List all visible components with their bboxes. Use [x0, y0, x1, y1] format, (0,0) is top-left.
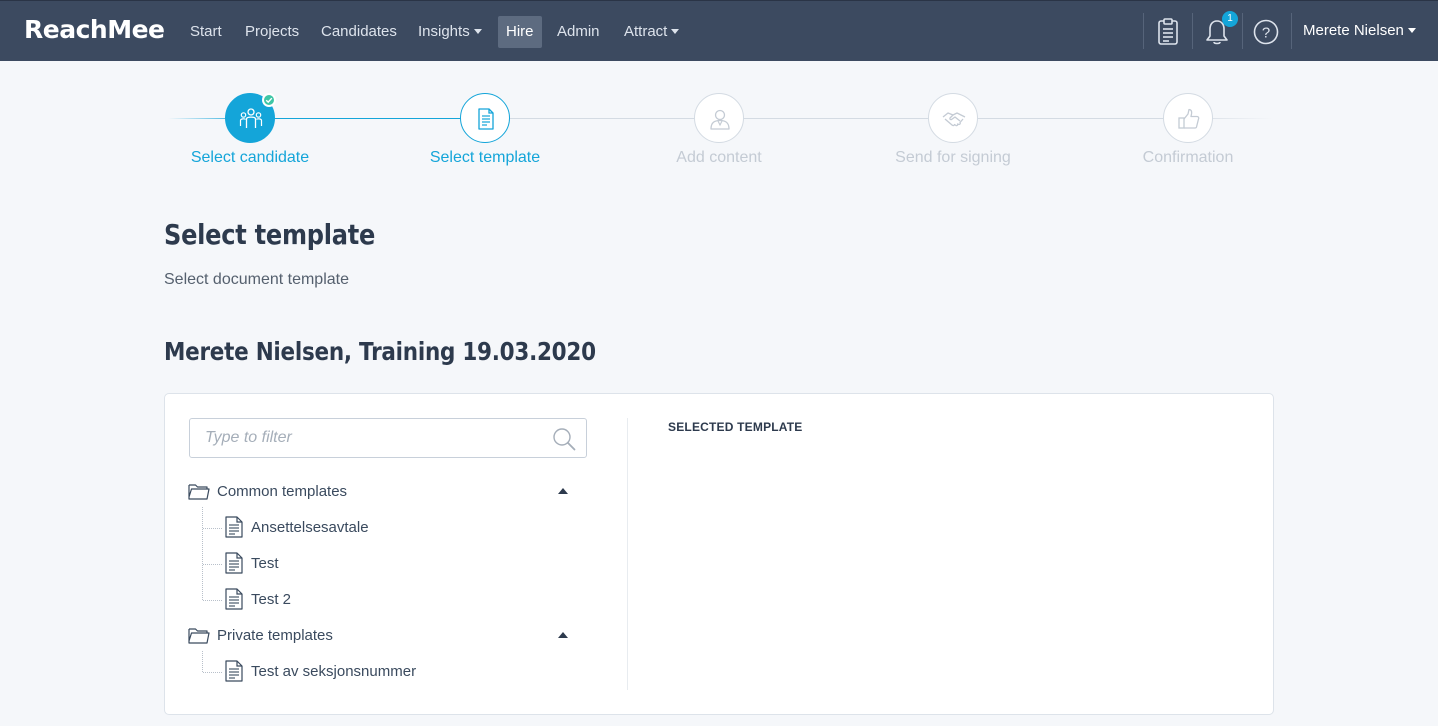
document-icon	[225, 516, 243, 538]
template-item[interactable]: Test av seksjonsnummer	[224, 660, 524, 682]
nav-attract[interactable]: Attract	[616, 16, 687, 48]
svg-text:?: ?	[1262, 25, 1270, 42]
template-label: Ansettelsesavtale	[251, 519, 369, 536]
template-label: Test av seksjonsnummer	[251, 663, 417, 680]
collapse-icon[interactable]	[558, 632, 568, 638]
document-icon	[225, 588, 243, 610]
panel-divider	[627, 418, 628, 690]
nav-insights-label: Insights	[418, 23, 470, 40]
document-icon	[225, 552, 243, 574]
check-icon	[262, 93, 276, 107]
selected-template-heading: SELECTED TEMPLATE	[668, 420, 803, 434]
nav-insights[interactable]: Insights	[410, 16, 490, 48]
tree-connector	[203, 600, 222, 601]
handshake-icon	[942, 112, 966, 127]
candidates-icon	[239, 108, 263, 128]
document-icon	[478, 108, 494, 130]
step-label-select-candidate: Select candidate	[190, 149, 310, 166]
chevron-down-icon	[1407, 27, 1416, 33]
step-label-send-for-signing: Send for signing	[895, 149, 1011, 166]
nav-projects[interactable]: Projects	[237, 16, 307, 48]
nav-attract-label: Attract	[624, 23, 668, 40]
tree-connector	[202, 651, 203, 672]
folder-label: Private templates	[217, 627, 333, 644]
page-title: Select template	[164, 218, 376, 251]
step-add-content[interactable]	[694, 93, 744, 143]
user-name: Merete Nielsen	[1303, 22, 1404, 39]
step-label-select-template: Select template	[429, 149, 541, 166]
step-label-confirmation: Confirmation	[1142, 149, 1234, 166]
tree-connector	[203, 528, 222, 529]
folder-open-icon	[188, 484, 210, 500]
notification-badge: 1	[1222, 11, 1238, 27]
document-icon	[225, 660, 243, 682]
tree-connector	[203, 672, 222, 673]
filter-box	[189, 418, 587, 458]
stepper-line	[250, 118, 485, 119]
folder-open-icon	[188, 628, 210, 644]
chevron-down-icon	[473, 28, 482, 34]
page-subtitle: Select document template	[164, 271, 349, 288]
tree-connector	[203, 564, 222, 565]
person-icon	[710, 109, 730, 130]
reachmee-logo[interactable]: ReachMee	[24, 15, 165, 44]
nav-divider	[1242, 13, 1243, 49]
nav-start[interactable]: Start	[182, 16, 230, 48]
folder-common-templates[interactable]: Common templates	[188, 481, 583, 503]
template-label: Test 2	[251, 591, 292, 608]
folder-private-templates[interactable]: Private templates	[188, 625, 583, 647]
nav-divider	[1192, 13, 1193, 49]
template-item[interactable]: Test 2	[224, 588, 524, 610]
step-send-for-signing[interactable]	[928, 93, 978, 143]
user-menu[interactable]: Merete Nielsen	[1303, 16, 1416, 46]
step-label-add-content: Add content	[676, 149, 762, 166]
template-item[interactable]: Ansettelsesavtale	[224, 516, 524, 538]
help-icon[interactable]: ?	[1252, 17, 1282, 47]
project-title: Merete Nielsen, Training 19.03.2020	[164, 337, 596, 366]
step-confirmation[interactable]	[1163, 93, 1213, 143]
collapse-icon[interactable]	[558, 488, 568, 494]
nav-divider	[1291, 13, 1292, 49]
thumbs-up-icon	[1178, 108, 1200, 129]
nav-divider	[1143, 13, 1144, 49]
nav-candidates[interactable]: Candidates	[313, 16, 405, 48]
search-icon[interactable]	[552, 427, 576, 451]
top-navbar: ReachMee Start Projects Candidates Insig…	[0, 0, 1438, 61]
template-item[interactable]: Test	[224, 552, 524, 574]
template-filter-input[interactable]	[190, 419, 540, 457]
template-label: Test	[251, 555, 279, 572]
step-select-template[interactable]	[460, 93, 510, 143]
chevron-down-icon	[671, 28, 680, 34]
tree-connector	[202, 507, 203, 600]
nav-admin[interactable]: Admin	[549, 16, 608, 48]
nav-hire[interactable]: Hire	[498, 16, 542, 48]
clipboard-icon[interactable]	[1154, 17, 1184, 47]
stepper-line	[485, 118, 1188, 119]
folder-label: Common templates	[217, 483, 348, 500]
